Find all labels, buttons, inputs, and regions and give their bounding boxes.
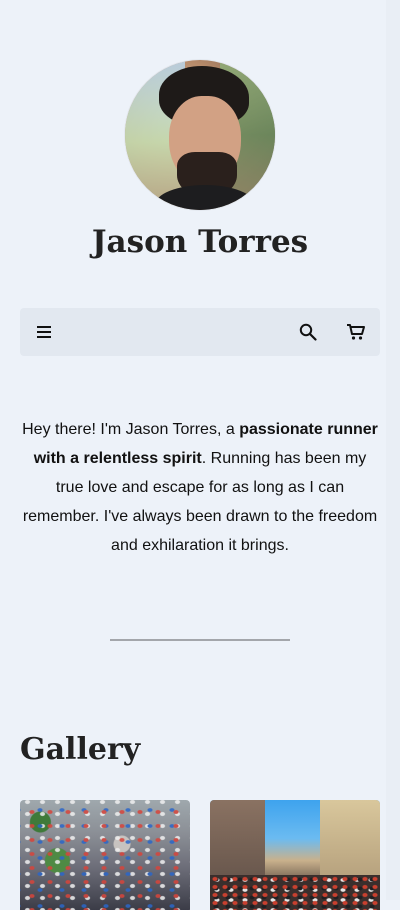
scrollbar[interactable] (386, 0, 400, 900)
search-icon[interactable] (296, 320, 320, 344)
page: Jason Torres Hey there! I'm Jason Torres… (0, 0, 386, 910)
section-divider (110, 639, 290, 641)
intro-text: Hey there! I'm Jason Torres, a (22, 421, 240, 438)
intro-paragraph: Hey there! I'm Jason Torres, a passionat… (20, 415, 380, 560)
profile-name: Jason Torres (91, 224, 309, 260)
navbar (20, 308, 380, 356)
gallery-image-runners (210, 875, 380, 910)
cart-icon[interactable] (344, 320, 368, 344)
gallery-image-city-marathon[interactable] (210, 800, 380, 910)
avatar (125, 60, 275, 210)
gallery-image-runners (20, 800, 190, 910)
gallery-title: Gallery (20, 732, 141, 767)
hamburger-menu-icon[interactable] (32, 320, 56, 344)
gallery-image-marathon-crowd[interactable] (20, 800, 190, 910)
